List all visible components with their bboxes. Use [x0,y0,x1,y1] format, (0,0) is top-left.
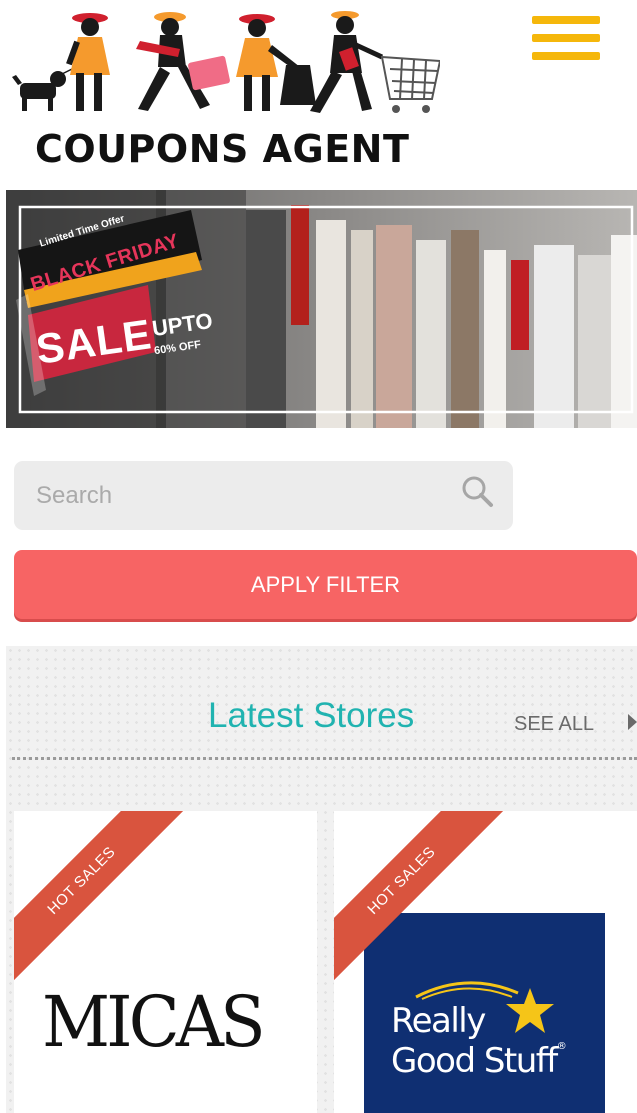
store-card[interactable]: Really Good Stuff® HOT SALES [334,811,637,1113]
site-header: COUPONS AGENT [0,0,637,180]
section-title: Latest Stores [208,696,415,735]
promo-banner[interactable]: Limited Time Offer BLACK FRIDAY SALE UPT… [6,190,637,428]
section-divider [12,757,637,760]
arrow-right-icon[interactable] [628,714,637,730]
store-logo: Really Good Stuff® [364,913,605,1113]
hamburger-menu-icon[interactable] [532,16,600,70]
latest-stores-section: Latest Stores SEE ALL HOT SALES MICAS Re… [6,646,637,1113]
hot-sales-badge: HOT SALES [14,811,190,989]
shoppers-illustration [12,11,442,113]
star-icon [506,988,554,1033]
store-logo-line1: Really [391,1001,486,1041]
search-input[interactable] [36,479,446,513]
store-logo-line2: Good Stuff® [391,1041,567,1081]
apply-filter-button[interactable]: APPLY FILTER [14,550,637,619]
store-card[interactable]: HOT SALES MICAS [14,811,317,1113]
registered-mark: ® [556,1041,567,1052]
search-box [14,461,513,530]
search-icon[interactable] [458,474,498,514]
see-all-link[interactable]: SEE ALL [514,713,594,736]
logo-text: COUPONS AGENT [35,127,410,171]
store-logo-text: MICAS [42,981,266,1063]
site-logo[interactable]: COUPONS AGENT [10,5,442,171]
